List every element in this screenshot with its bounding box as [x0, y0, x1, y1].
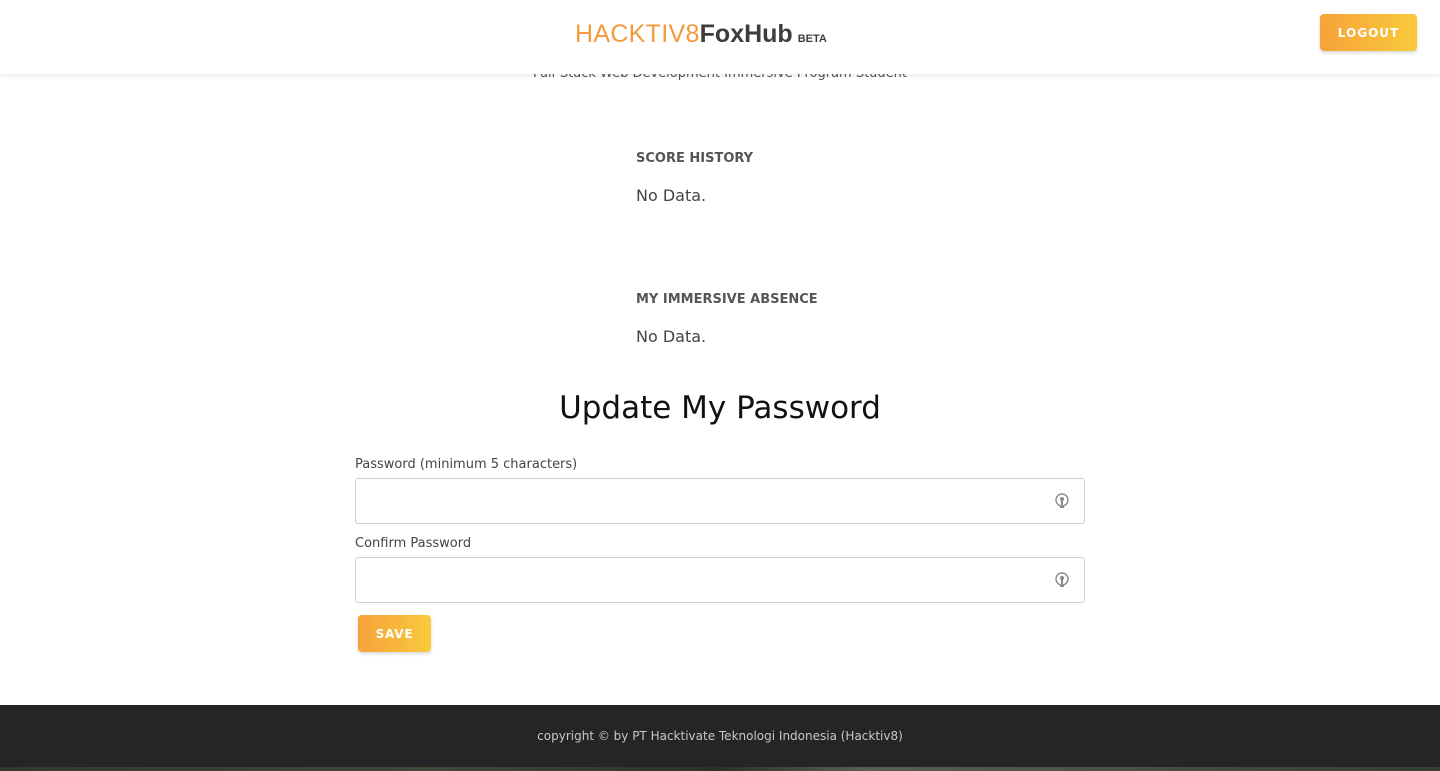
- confirm-password-input[interactable]: [356, 558, 1084, 602]
- absence-heading: MY IMMERSIVE ABSENCE: [636, 292, 818, 307]
- password-label: Password (minimum 5 characters): [355, 457, 578, 472]
- brand-logo[interactable]: HACKTIV8 FoxHub BETA: [575, 20, 827, 49]
- key-icon[interactable]: [1054, 572, 1070, 590]
- confirm-password-label: Confirm Password: [355, 536, 472, 551]
- save-button[interactable]: SAVE: [358, 615, 431, 652]
- footer-copyright: copyright © by PT Hacktivate Teknologi I…: [537, 729, 903, 743]
- brand-secondary: FoxHub: [699, 20, 793, 48]
- beta-badge: BETA: [797, 33, 827, 45]
- confirm-field-container: [355, 557, 1085, 603]
- score-history-heading: SCORE HISTORY: [636, 151, 754, 166]
- brand-primary: HACKTIV8: [575, 20, 700, 48]
- top-navbar: HACKTIV8 FoxHub BETA LOGOUT: [0, 0, 1440, 74]
- update-password-title: Update My Password: [559, 390, 881, 426]
- score-history-value: No Data.: [636, 186, 707, 205]
- logout-button[interactable]: LOGOUT: [1320, 14, 1417, 51]
- key-icon[interactable]: [1054, 493, 1070, 511]
- footer: copyright © by PT Hacktivate Teknologi I…: [0, 705, 1440, 767]
- background-image-strip: [0, 767, 1440, 771]
- password-input[interactable]: [356, 479, 1084, 523]
- absence-value: No Data.: [636, 327, 707, 346]
- password-field-container: [355, 478, 1085, 524]
